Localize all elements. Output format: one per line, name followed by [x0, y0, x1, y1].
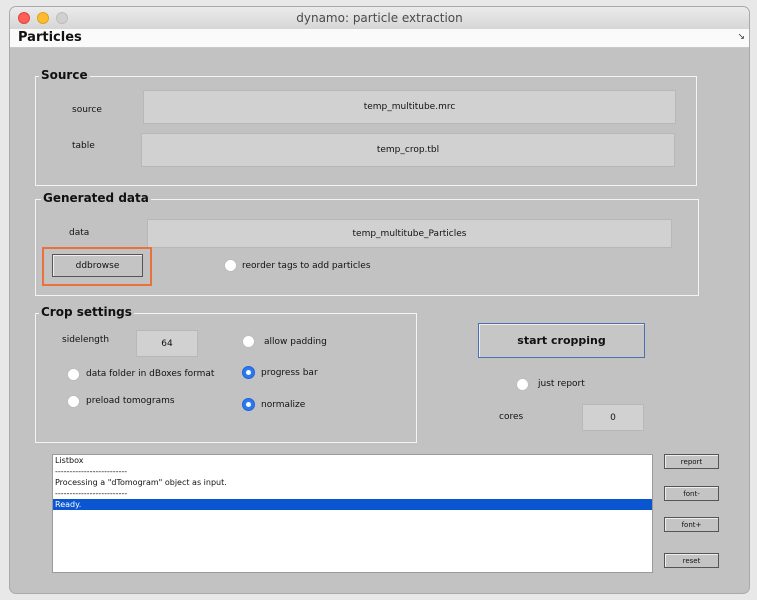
start-cropping-button[interactable]: start cropping [478, 323, 645, 358]
data-folder-label: data folder in dBoxes format [86, 369, 215, 379]
normalize-label: normalize [261, 400, 306, 410]
just-report-radio[interactable] [516, 378, 529, 391]
font-minus-button[interactable]: font- [664, 486, 719, 501]
source-label: source [72, 105, 102, 115]
crop-settings-title: Crop settings [39, 305, 134, 319]
source-field[interactable]: temp_multitube.mrc [143, 90, 676, 124]
table-field[interactable]: temp_crop.tbl [141, 133, 675, 167]
window-title: dynamo: particle extraction [296, 11, 463, 25]
cores-field[interactable]: 0 [582, 404, 644, 431]
menu-bar: Particles ↘ [10, 29, 749, 48]
ddbrowse-button[interactable]: ddbrowse [52, 254, 143, 277]
allow-padding-radio[interactable] [242, 335, 255, 348]
reorder-tags-label: reorder tags to add particles [242, 261, 371, 271]
log-listbox[interactable]: Listbox ------------------------- Proces… [52, 454, 653, 573]
reorder-tags-radio[interactable] [224, 259, 237, 272]
cores-label: cores [499, 412, 524, 422]
title-bar: dynamo: particle extraction [10, 7, 749, 30]
listbox-line-selected[interactable]: Ready. [53, 499, 652, 510]
sidelength-field[interactable]: 64 [136, 330, 198, 357]
source-panel-title: Source [39, 68, 90, 82]
font-plus-button[interactable]: font+ [664, 517, 719, 532]
menu-particles[interactable]: Particles [18, 30, 82, 45]
progress-bar-radio[interactable] [242, 366, 255, 379]
listbox-line: Listbox [55, 456, 84, 465]
generated-data-title: Generated data [41, 191, 151, 205]
listbox-line: ------------------------- [55, 467, 128, 476]
preload-tomograms-radio[interactable] [67, 395, 80, 408]
table-label: table [72, 141, 95, 151]
listbox-line: ------------------------- [55, 489, 128, 498]
undock-arrow-icon[interactable]: ↘ [737, 32, 745, 42]
data-folder-radio[interactable] [67, 368, 80, 381]
listbox-line: Processing a "dTomogram" object as input… [55, 478, 227, 487]
app-window: dynamo: particle extraction Particles ↘ … [10, 7, 749, 593]
progress-bar-label: progress bar [261, 368, 318, 378]
reset-button[interactable]: reset [664, 553, 719, 568]
normalize-radio[interactable] [242, 398, 255, 411]
data-label: data [69, 228, 90, 238]
allow-padding-label: allow padding [264, 337, 327, 347]
sidelength-label: sidelength [62, 335, 110, 345]
just-report-label: just report [538, 379, 585, 389]
preload-tomograms-label: preload tomograms [86, 396, 175, 406]
data-field[interactable]: temp_multitube_Particles [147, 219, 672, 248]
report-button[interactable]: report [664, 454, 719, 469]
